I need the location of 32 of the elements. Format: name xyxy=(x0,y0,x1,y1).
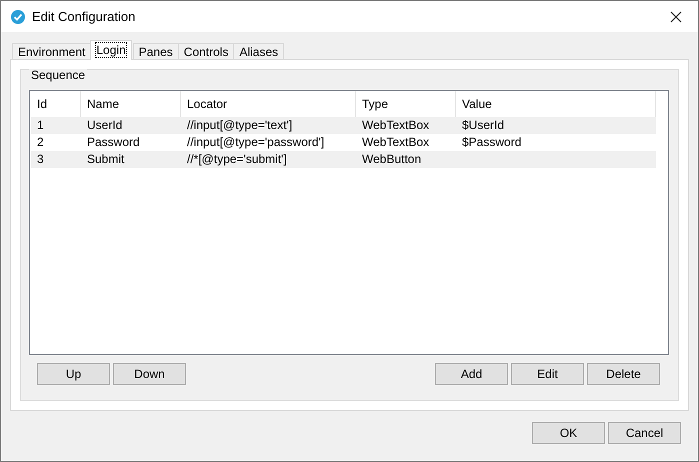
table-row[interactable]: 1 UserId //input[@type='text'] WebTextBox $UserId xyxy=(31,117,668,134)
tab[interactable]: Panes xyxy=(132,43,179,60)
group-title: Sequence xyxy=(29,69,88,81)
move-button[interactable]: Down xyxy=(113,363,186,385)
table-cell: WebButton xyxy=(356,151,456,168)
dialog-button[interactable]: OK xyxy=(532,422,605,444)
action-button[interactable]: Edit xyxy=(511,363,584,385)
table-cell: //input[@type='text'] xyxy=(181,117,356,134)
window-title: Edit Configuration xyxy=(32,9,136,24)
table-cell: //*[@type='submit'] xyxy=(181,151,356,168)
table-cell-text: Password xyxy=(86,134,141,151)
table-cell-text: $Password xyxy=(461,134,522,151)
table-cell-text: WebTextBox xyxy=(361,134,430,151)
table-cell-text: //input[@type='password'] xyxy=(186,134,326,151)
table-cell: Submit xyxy=(81,151,181,168)
table-cell: 1 xyxy=(31,117,81,134)
table-row[interactable]: 3 Submit //*[@type='submit'] WebButton xyxy=(31,151,668,168)
tab[interactable]: Environment xyxy=(12,43,92,60)
action-button[interactable]: Delete xyxy=(587,363,660,385)
table-cell-text: 2 xyxy=(36,134,45,151)
table-cell: $UserId xyxy=(456,117,656,134)
move-button[interactable]: Up xyxy=(37,363,110,385)
table-cell: 3 xyxy=(31,151,81,168)
dialog-button[interactable]: Cancel xyxy=(608,422,681,444)
table-cell: UserId xyxy=(81,117,181,134)
close-icon[interactable] xyxy=(670,10,682,22)
tab[interactable]: Login xyxy=(90,40,132,60)
table-row[interactable]: 2 Password //input[@type='password'] WebTextBox $Password xyxy=(31,134,668,151)
action-button[interactable]: Add xyxy=(435,363,508,385)
tab[interactable]: Aliases xyxy=(233,43,284,60)
table-cell: WebTextBox xyxy=(356,117,456,134)
app-icon xyxy=(11,10,25,24)
